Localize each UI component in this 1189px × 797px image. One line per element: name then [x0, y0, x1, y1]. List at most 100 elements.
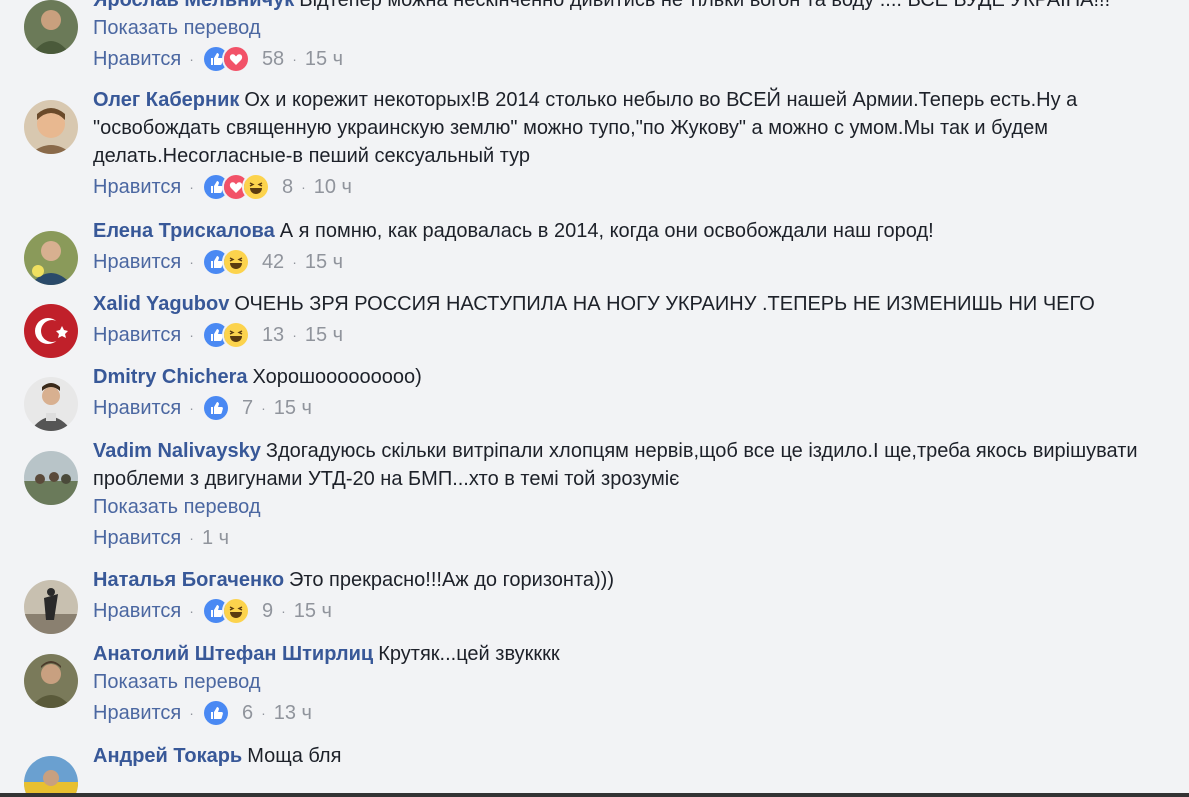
comment-text: Анатолий Штефан Штирлиц Крутяк...цей звук… — [93, 640, 1169, 668]
comment-text: Xalid Yagubov ОЧЕНЬ ЗРЯ РОССИЯ НАСТУПИЛА … — [93, 290, 1169, 318]
comment-text: Елена Трискалова А я помню, как радовалас… — [93, 217, 1169, 245]
comment-body: Крутяк...цей звукккк — [378, 643, 560, 665]
comment-text: Олег Каберник Ох и корежит некоторых!В 20… — [93, 86, 1169, 170]
separator-dot: · — [281, 603, 286, 619]
reactions[interactable] — [201, 699, 230, 727]
comment-actions: Нравится · 9 · 15 ч — [93, 596, 1169, 626]
comment-actions: Нравится · 7 · 15 ч — [93, 393, 1169, 423]
show-translation-link[interactable]: Показать перевод — [93, 493, 1169, 521]
show-translation-link[interactable]: Показать перевод — [93, 668, 1169, 696]
avatar[interactable] — [24, 580, 78, 634]
haha-icon — [221, 321, 250, 349]
comment-actions: Нравится · 58 · 15 ч — [93, 44, 1169, 74]
avatar[interactable] — [24, 377, 78, 431]
avatar[interactable] — [24, 654, 78, 708]
like-button[interactable]: Нравится — [93, 702, 181, 725]
comment-actions: Нравится · 8 · 10 ч — [93, 172, 1169, 202]
author-name[interactable]: Xalid Yagubov — [93, 293, 229, 315]
comment-actions: Нравится · 42 · 15 ч — [93, 247, 1169, 277]
like-button[interactable]: Нравится — [93, 251, 181, 274]
timestamp[interactable]: 10 ч — [314, 176, 352, 199]
separator-dot: · — [301, 179, 306, 195]
separator-dot: · — [189, 179, 194, 195]
author-name[interactable]: Наталья Богаченко — [93, 569, 284, 591]
author-name[interactable]: Анатолий Штефан Штирлиц — [93, 643, 373, 665]
like-button[interactable]: Нравится — [93, 176, 181, 199]
like-button[interactable]: Нравится — [93, 397, 181, 420]
separator-dot: · — [189, 603, 194, 619]
like-icon — [201, 394, 230, 422]
like-button[interactable]: Нравится — [93, 324, 181, 347]
separator-dot: · — [261, 705, 266, 721]
timestamp[interactable]: 1 ч — [202, 527, 229, 550]
avatar[interactable] — [24, 100, 78, 154]
comment-actions: Нравится · 1 ч — [93, 523, 1169, 553]
comment-text: Наталья Богаченко Это прекрасно!!!Аж до г… — [93, 566, 1169, 594]
reactions[interactable] — [201, 248, 250, 276]
separator-dot: · — [189, 530, 194, 546]
reaction-count[interactable]: 9 — [262, 600, 273, 623]
separator-dot: · — [292, 327, 297, 343]
author-name[interactable]: Vadim Nalivaysky — [93, 440, 261, 462]
comment-text: Dmitry Chichera Хорошооооооооо) — [93, 363, 1169, 391]
author-name[interactable]: Елена Трискалова — [93, 220, 275, 242]
like-icon — [201, 699, 230, 727]
separator-dot: · — [189, 254, 194, 270]
author-name[interactable]: Олег Каберник — [93, 89, 239, 111]
reaction-count[interactable]: 13 — [262, 324, 284, 347]
comment-actions: Нравится · 6 · 13 ч — [93, 698, 1169, 728]
comment-body: Хорошооооооооо) — [252, 366, 422, 388]
comment-body: ОЧЕНЬ ЗРЯ РОССИЯ НАСТУПИЛА НА НОГУ УКРАИ… — [234, 293, 1095, 315]
comment-text: Ярослав Мельничук Відтепер можна нескінче… — [93, 0, 1169, 14]
love-icon — [221, 45, 250, 73]
haha-icon — [221, 597, 250, 625]
author-name[interactable]: Dmitry Chichera — [93, 366, 248, 388]
reactions[interactable] — [201, 394, 230, 422]
reactions[interactable] — [201, 321, 250, 349]
separator-dot: · — [292, 254, 297, 270]
reaction-count[interactable]: 8 — [282, 176, 293, 199]
like-button[interactable]: Нравится — [93, 600, 181, 623]
haha-icon — [241, 173, 270, 201]
comment-body: Это прекрасно!!!Аж до горизонта))) — [289, 569, 614, 591]
comment-body: А я помню, как радовалась в 2014, когда … — [279, 220, 934, 242]
timestamp[interactable]: 15 ч — [305, 251, 343, 274]
timestamp[interactable]: 13 ч — [274, 702, 312, 725]
like-button[interactable]: Нравится — [93, 527, 181, 550]
timestamp[interactable]: 15 ч — [294, 600, 332, 623]
timestamp[interactable]: 15 ч — [274, 397, 312, 420]
separator-dot: · — [189, 327, 194, 343]
separator-dot: · — [261, 400, 266, 416]
reaction-count[interactable]: 6 — [242, 702, 253, 725]
separator-dot: · — [189, 705, 194, 721]
show-translation-link[interactable]: Показать перевод — [93, 14, 1169, 42]
separator-dot: · — [189, 51, 194, 67]
comment-actions: Нравится · 13 · 15 ч — [93, 320, 1169, 350]
reactions[interactable] — [201, 173, 270, 201]
separator-dot: · — [189, 400, 194, 416]
author-name[interactable]: Ярослав Мельничук — [93, 0, 294, 11]
avatar[interactable] — [24, 0, 78, 54]
reactions[interactable] — [201, 45, 250, 73]
like-button[interactable]: Нравится — [93, 48, 181, 71]
separator-dot: · — [292, 51, 297, 67]
reaction-count[interactable]: 58 — [262, 48, 284, 71]
comments-feed: Ярослав Мельничук Відтепер можна нескінче… — [0, 0, 1189, 797]
avatar[interactable] — [24, 231, 78, 285]
reaction-count[interactable]: 42 — [262, 251, 284, 274]
comment-body: Відтепер можна нескінченно дивитись не т… — [299, 0, 1111, 11]
timestamp[interactable]: 15 ч — [305, 324, 343, 347]
comment-text: Андрей Токарь Моща бля — [93, 742, 1169, 770]
avatar[interactable] — [24, 451, 78, 505]
avatar[interactable] — [24, 304, 78, 358]
comment-text: Vadim Nalivaysky Здогадуюсь скільки витрі… — [93, 437, 1169, 493]
comment-body: Ох и корежит некоторых!В 2014 столько не… — [93, 89, 1078, 167]
reactions[interactable] — [201, 597, 250, 625]
timestamp[interactable]: 15 ч — [305, 48, 343, 71]
comment-body: Моща бля — [247, 745, 342, 767]
haha-icon — [221, 248, 250, 276]
author-name[interactable]: Андрей Токарь — [93, 745, 242, 767]
avatar[interactable] — [24, 756, 78, 797]
window-bottom-edge — [0, 793, 1189, 797]
reaction-count[interactable]: 7 — [242, 397, 253, 420]
